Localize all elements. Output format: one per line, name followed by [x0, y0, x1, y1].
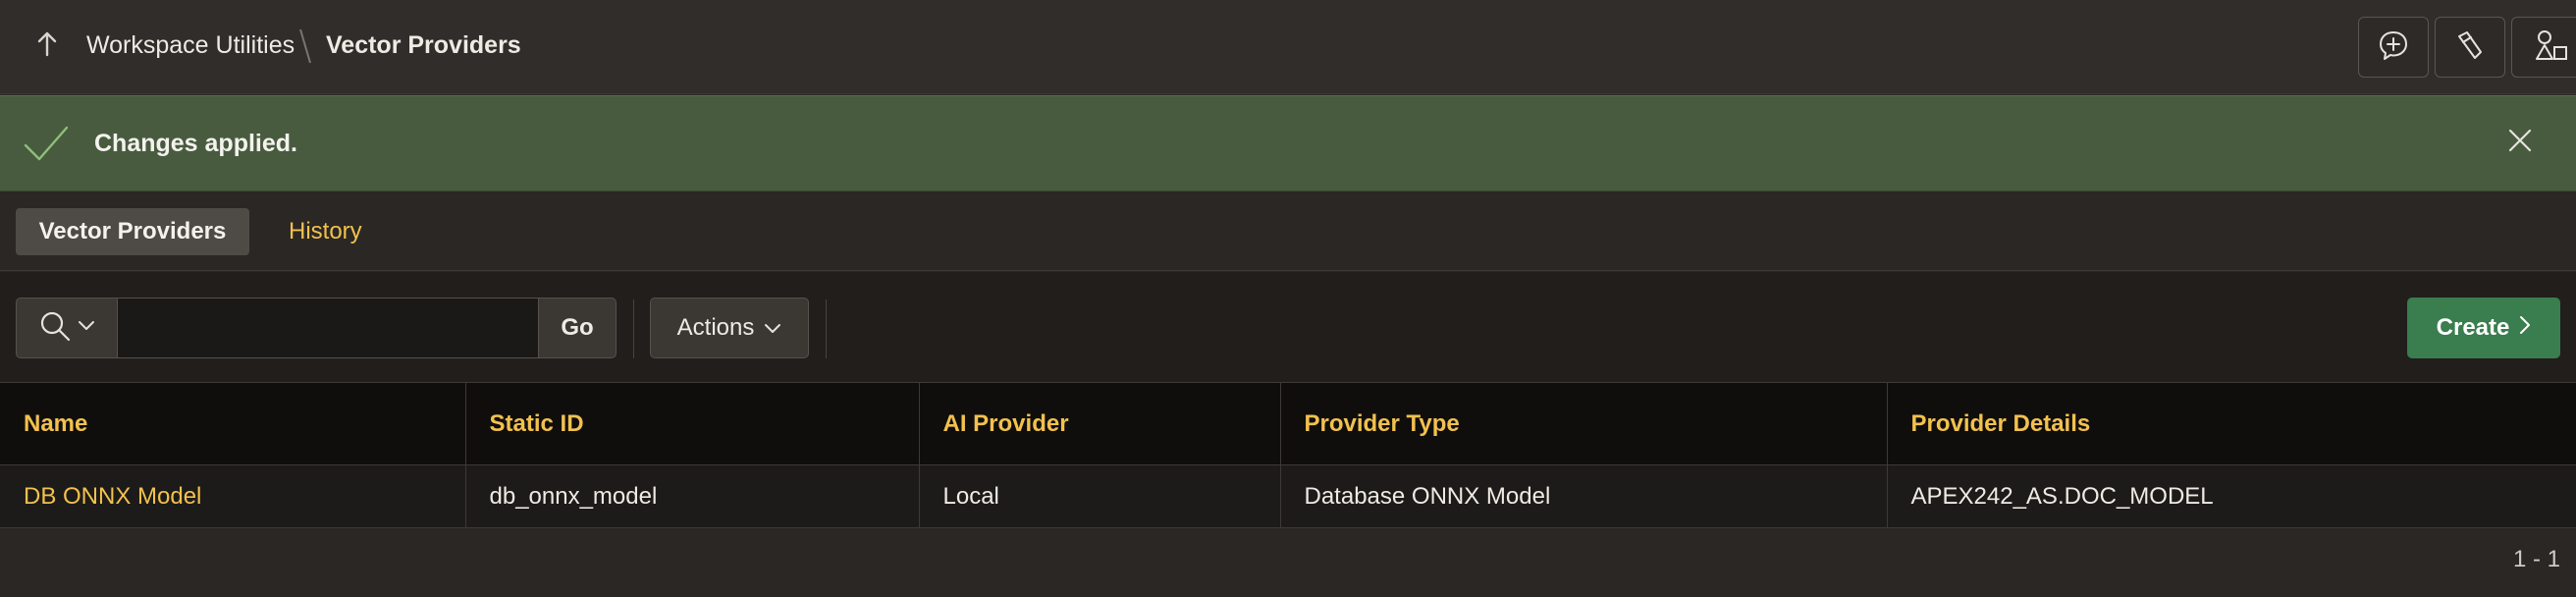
toolbar-divider	[633, 299, 634, 358]
shapes-button[interactable]	[2511, 17, 2576, 78]
report-table: Name Static ID AI Provider Provider Type…	[0, 382, 2576, 528]
create-button[interactable]: Create	[2407, 298, 2560, 358]
column-header-static-id[interactable]: Static ID	[465, 382, 920, 465]
success-alert: Changes applied.	[0, 95, 2576, 191]
cell-ai-provider: Local	[919, 464, 1281, 528]
page-title: Vector Providers	[326, 31, 521, 59]
comment-add-icon	[2377, 28, 2410, 67]
tab-history[interactable]: History	[289, 218, 362, 245]
developer-tool-button[interactable]	[2435, 17, 2505, 78]
shapes-icon	[2533, 27, 2568, 68]
up-arrow-icon[interactable]	[35, 29, 63, 65]
actions-button[interactable]: Actions	[650, 298, 809, 358]
table-header-row: Name Static ID AI Provider Provider Type…	[0, 382, 2576, 465]
breadcrumb-separator	[298, 27, 312, 65]
search-input[interactable]	[118, 298, 538, 358]
column-header-provider-type[interactable]: Provider Type	[1280, 382, 1888, 465]
pagination-range: 1 - 1	[2512, 546, 2560, 572]
column-header-provider-details[interactable]: Provider Details	[1887, 382, 2576, 465]
check-icon	[24, 124, 69, 168]
chevron-right-icon	[2519, 314, 2531, 342]
cell-provider-type: Database ONNX Model	[1280, 464, 1888, 528]
search-icon	[38, 309, 72, 348]
create-label: Create	[2436, 314, 2510, 341]
flashlight-icon	[2453, 28, 2487, 67]
report-toolbar: Go Actions Create	[0, 272, 2576, 382]
comment-add-button[interactable]	[2358, 17, 2429, 78]
close-icon[interactable]	[2507, 128, 2533, 158]
go-button[interactable]: Go	[538, 298, 617, 358]
chevron-down-icon	[78, 319, 95, 337]
header-bar: Workspace Utilities Vector Providers	[0, 0, 2576, 94]
column-header-name[interactable]: Name	[0, 382, 466, 465]
cell-provider-details: APEX242_AS.DOC_MODEL	[1887, 464, 2576, 528]
toolbar-divider	[826, 299, 827, 358]
tab-bar: Vector Providers History	[0, 192, 2576, 271]
search-column-button[interactable]	[16, 298, 118, 358]
chevron-down-icon	[764, 314, 781, 342]
breadcrumb-parent[interactable]: Workspace Utilities	[86, 31, 295, 60]
column-header-ai-provider[interactable]: AI Provider	[919, 382, 1281, 465]
alert-message: Changes applied.	[94, 130, 297, 157]
cell-static-id: db_onnx_model	[465, 464, 920, 528]
tab-vector-providers[interactable]: Vector Providers	[16, 208, 249, 255]
table-row: DB ONNX Model db_onnx_model Local Databa…	[0, 464, 2576, 528]
actions-label: Actions	[676, 314, 755, 341]
cell-name-link[interactable]: DB ONNX Model	[0, 464, 466, 528]
